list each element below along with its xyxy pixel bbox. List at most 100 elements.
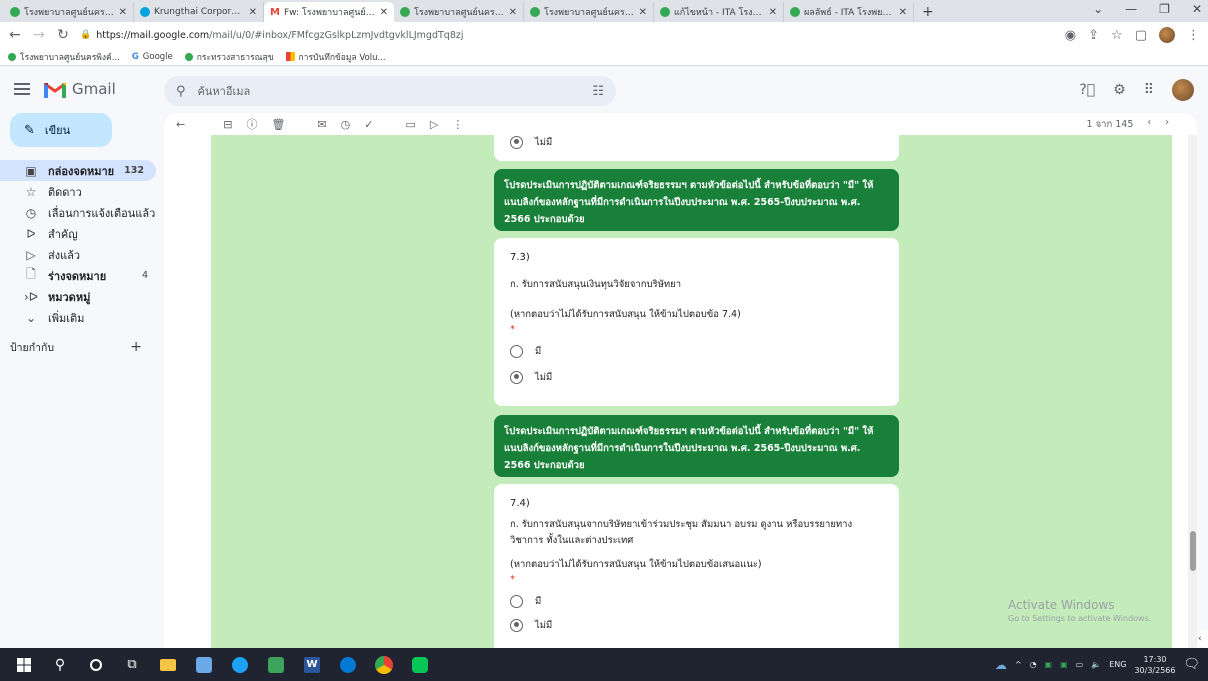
clock[interactable]: 17:30 30/3/2566 <box>1134 654 1175 676</box>
radio-option[interactable]: ไม่มี <box>494 367 899 387</box>
mark-unread-icon[interactable]: ✉ <box>317 118 326 131</box>
snooze-icon[interactable]: ◷ <box>341 118 351 131</box>
windows-start-icon[interactable] <box>6 648 42 681</box>
minimize-icon[interactable]: — <box>1125 2 1137 16</box>
sidebar-item-important[interactable]: ᐅ สำคัญ <box>0 223 160 244</box>
app-icon[interactable] <box>330 648 366 681</box>
browser-tab-active[interactable]: MFw: โรงพยาบาลศูนย์ โรงพยาบาลทั่วไป✕ <box>264 2 394 22</box>
close-tab-icon[interactable]: ✕ <box>769 7 777 18</box>
back-arrow-icon[interactable]: ← <box>8 27 22 43</box>
chrome-icon[interactable] <box>366 648 402 681</box>
tab-search-icon[interactable]: ⌄ <box>1093 2 1103 16</box>
sidebar-item-drafts[interactable]: 🗋 ร่างจดหมาย 4 <box>0 265 160 286</box>
sidebar-item-snoozed[interactable]: ◷ เลื่อนการแจ้งเตือนแล้ว <box>0 202 160 223</box>
add-label-icon[interactable]: + <box>130 339 142 356</box>
compose-button[interactable]: ✎ เขียน <box>10 113 112 147</box>
display-icon[interactable]: ▭ <box>1076 660 1084 669</box>
delete-icon[interactable]: 🗑 <box>271 118 285 131</box>
eye-icon[interactable]: ◉ <box>1065 28 1076 43</box>
volume-icon[interactable]: 🔈 <box>1091 660 1101 669</box>
word-icon[interactable]: W <box>294 648 330 681</box>
notifications-icon[interactable]: 🗨 <box>1183 657 1200 672</box>
reload-icon[interactable]: ↻ <box>56 27 70 43</box>
browser-tab[interactable]: ผลลัพธ์ - ITA โรงพยาบาล...✕ <box>784 2 914 22</box>
search-input[interactable]: ค้นหาอีเมล <box>198 82 251 100</box>
radio-option[interactable]: ไม่มี <box>494 125 899 149</box>
radio-option[interactable]: ไม่มี <box>494 615 899 635</box>
network-icon[interactable]: ◔ <box>1030 660 1037 669</box>
bookmark-item[interactable]: กระทรวงสาธารณสุข <box>184 50 274 64</box>
radio-selected-icon[interactable] <box>510 135 523 149</box>
more-vert-icon[interactable]: ⋮ <box>452 118 463 131</box>
side-panel-toggle[interactable]: ‹ <box>1198 630 1208 648</box>
main-menu-icon[interactable] <box>14 82 30 96</box>
tray-chevron-icon[interactable]: ^ <box>1015 660 1022 669</box>
next-page-icon[interactable]: › <box>1165 117 1169 132</box>
radio-option[interactable]: มี <box>494 591 899 611</box>
browser-tab[interactable]: แก้ไขหน้า - ITA โรงพยาบาล...✕ <box>654 2 784 22</box>
radio-selected-icon[interactable] <box>510 370 523 384</box>
share-icon[interactable]: ⇪ <box>1088 28 1099 43</box>
settings-gear-icon[interactable]: ⚙ <box>1113 82 1126 98</box>
scrollbar-thumb[interactable] <box>1190 531 1196 571</box>
sidebar-item-starred[interactable]: ☆ ติดดาว <box>0 181 160 202</box>
weather-icon[interactable]: ☁ <box>995 658 1007 672</box>
label-icon[interactable]: ▷ <box>430 118 438 131</box>
browser-tab[interactable]: Krungthai Corporate Online✕ <box>134 2 264 22</box>
bookmark-star-icon[interactable]: ☆ <box>1111 28 1123 43</box>
radio-unselected-icon[interactable] <box>510 594 523 608</box>
cortana-icon[interactable] <box>78 648 114 681</box>
search-options-icon[interactable]: ☷ <box>592 84 604 99</box>
radio-selected-icon[interactable] <box>510 618 523 632</box>
sidebar-item-categories[interactable]: ›ᐅ หมวดหมู่ <box>0 286 160 307</box>
question-number: 7.3) <box>510 252 530 263</box>
search-bar[interactable]: ⚲ ค้นหาอีเมล ☷ <box>164 76 616 106</box>
file-explorer-icon[interactable] <box>150 648 186 681</box>
url-field[interactable]: 🔒 https://mail.google.com/mail/u/0/#inbo… <box>80 30 464 41</box>
search-icon[interactable]: ⚲ <box>42 648 78 681</box>
back-arrow-icon[interactable]: ← <box>176 118 185 131</box>
sidebar-item-more[interactable]: ⌄ เพิ่มเติม <box>0 307 160 328</box>
bookmark-item[interactable]: โรงพยาบาลศูนย์นครพิงค์... <box>8 50 120 64</box>
browser-tab[interactable]: โรงพยาบาลศูนย์นครพิงค์ | ...✕ <box>394 2 524 22</box>
sidebar-item-sent[interactable]: ▷ ส่งแล้ว <box>0 244 160 265</box>
browser-menu-icon[interactable]: ⋮ <box>1187 28 1200 43</box>
app-icon[interactable] <box>258 648 294 681</box>
help-icon[interactable]: ?⃝ <box>1079 82 1095 98</box>
tray-app-icon[interactable]: ▣ <box>1045 660 1053 669</box>
gmail-logo[interactable]: Gmail <box>44 80 116 98</box>
edge-icon[interactable] <box>222 648 258 681</box>
sidepanel-icon[interactable]: ▢ <box>1135 28 1147 43</box>
bookmark-item[interactable]: การบันทึกข้อมูล Volu... <box>285 50 386 64</box>
radio-unselected-icon[interactable] <box>510 344 523 358</box>
add-task-icon[interactable]: ✓ <box>364 118 373 131</box>
close-tab-icon[interactable]: ✕ <box>119 7 127 18</box>
account-avatar[interactable] <box>1172 79 1194 101</box>
sidebar-item-inbox[interactable]: ▣ กล่องจดหมาย 132 <box>0 160 156 181</box>
close-window-icon[interactable]: ✕ <box>1192 2 1202 16</box>
apps-grid-icon[interactable]: ⠿ <box>1144 82 1154 98</box>
task-view-icon[interactable]: ⧉ <box>114 648 150 681</box>
line-icon[interactable] <box>402 648 438 681</box>
close-tab-icon[interactable]: ✕ <box>639 7 647 18</box>
restore-icon[interactable]: ❐ <box>1159 2 1170 16</box>
report-spam-icon[interactable]: ⓘ <box>246 116 257 132</box>
close-tab-icon[interactable]: ✕ <box>509 7 517 18</box>
archive-icon[interactable]: ⊟ <box>223 118 232 131</box>
prev-page-icon[interactable]: ‹ <box>1147 117 1151 132</box>
tray-app-icon[interactable]: ▣ <box>1060 660 1068 669</box>
forward-arrow-icon[interactable]: → <box>32 27 46 43</box>
bookmark-item[interactable]: G Google <box>132 52 173 62</box>
new-tab-button[interactable]: + <box>914 2 942 22</box>
close-tab-icon[interactable]: ✕ <box>380 7 388 18</box>
close-tab-icon[interactable]: ✕ <box>899 7 907 18</box>
close-tab-icon[interactable]: ✕ <box>249 7 257 18</box>
search-icon[interactable]: ⚲ <box>176 84 186 99</box>
radio-option[interactable]: มี <box>494 341 899 361</box>
profile-avatar[interactable] <box>1159 27 1175 43</box>
app-icon[interactable] <box>186 648 222 681</box>
browser-tab[interactable]: โรงพยาบาลศูนย์นครพิงค์ - ...✕ <box>524 2 654 22</box>
scrollbar-track[interactable] <box>1188 135 1197 648</box>
browser-tab[interactable]: โรงพยาบาลศูนย์นครพิงค์...✕ <box>4 2 134 22</box>
move-to-icon[interactable]: ▭ <box>405 118 415 131</box>
